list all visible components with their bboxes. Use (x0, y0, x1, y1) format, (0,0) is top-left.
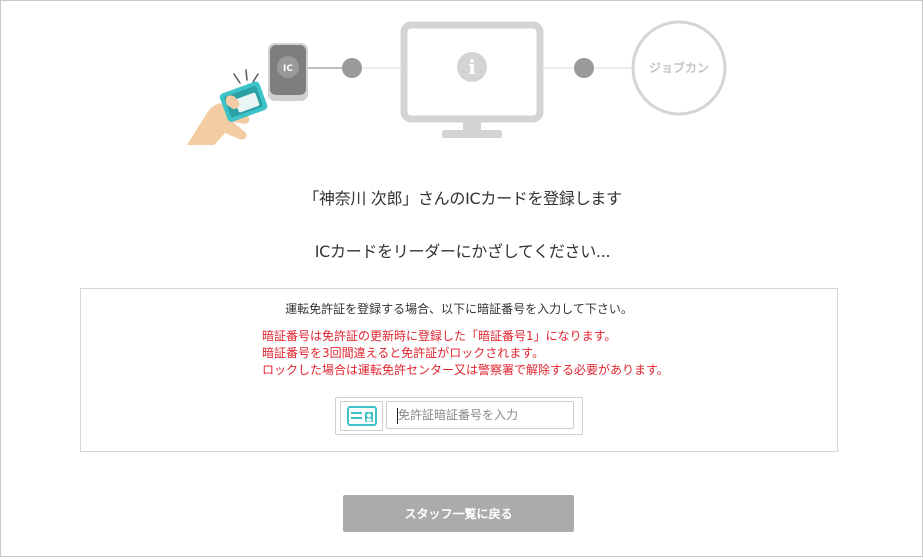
license-pin-input[interactable] (386, 401, 574, 429)
text-cursor (397, 408, 398, 424)
step-dot (342, 58, 362, 78)
register-heading: 「神奈川 次郎」さんのICカードを登録します (303, 189, 622, 208)
hand-card-icon: IC (187, 69, 268, 145)
svg-text:i: i (468, 55, 476, 79)
step-dot (574, 58, 594, 78)
svg-text:IC: IC (283, 64, 293, 74)
warning-line: 暗証番号を3回間違えると免許証がロックされます。 (262, 346, 545, 360)
tap-card-prompt: ICカードをリーダーにかざしてください... (314, 242, 611, 261)
pin-input-group (335, 397, 583, 435)
page-frame: IC i ジョブカン IC (0, 0, 923, 557)
back-to-staff-list-button[interactable]: スタッフ一覧に戻る (343, 495, 574, 532)
license-card-icon (340, 401, 383, 431)
svg-text:ジョブカン: ジョブカン (649, 60, 709, 75)
jobcan-logo: ジョブカン (631, 20, 727, 116)
registration-steps-illustration: IC i ジョブカン IC (187, 20, 727, 145)
pin-instruction: 運転免許証を登録する場合、以下に暗証番号を入力して下さい。 (285, 302, 633, 316)
warning-line: ロックした場合は運転免許センター又は警察署で解除する必要があります。 (262, 363, 669, 377)
monitor-info-icon: i (400, 21, 544, 138)
pin-warnings: 暗証番号は免許証の更新時に登録した「暗証番号1」になります。 暗証番号を3回間違… (262, 328, 669, 379)
license-pin-section: 運転免許証を登録する場合、以下に暗証番号を入力して下さい。 暗証番号は免許証の更… (80, 288, 838, 452)
card-reader-icon: IC (268, 43, 308, 101)
warning-line: 暗証番号は免許証の更新時に登録した「暗証番号1」になります。 (262, 329, 617, 343)
